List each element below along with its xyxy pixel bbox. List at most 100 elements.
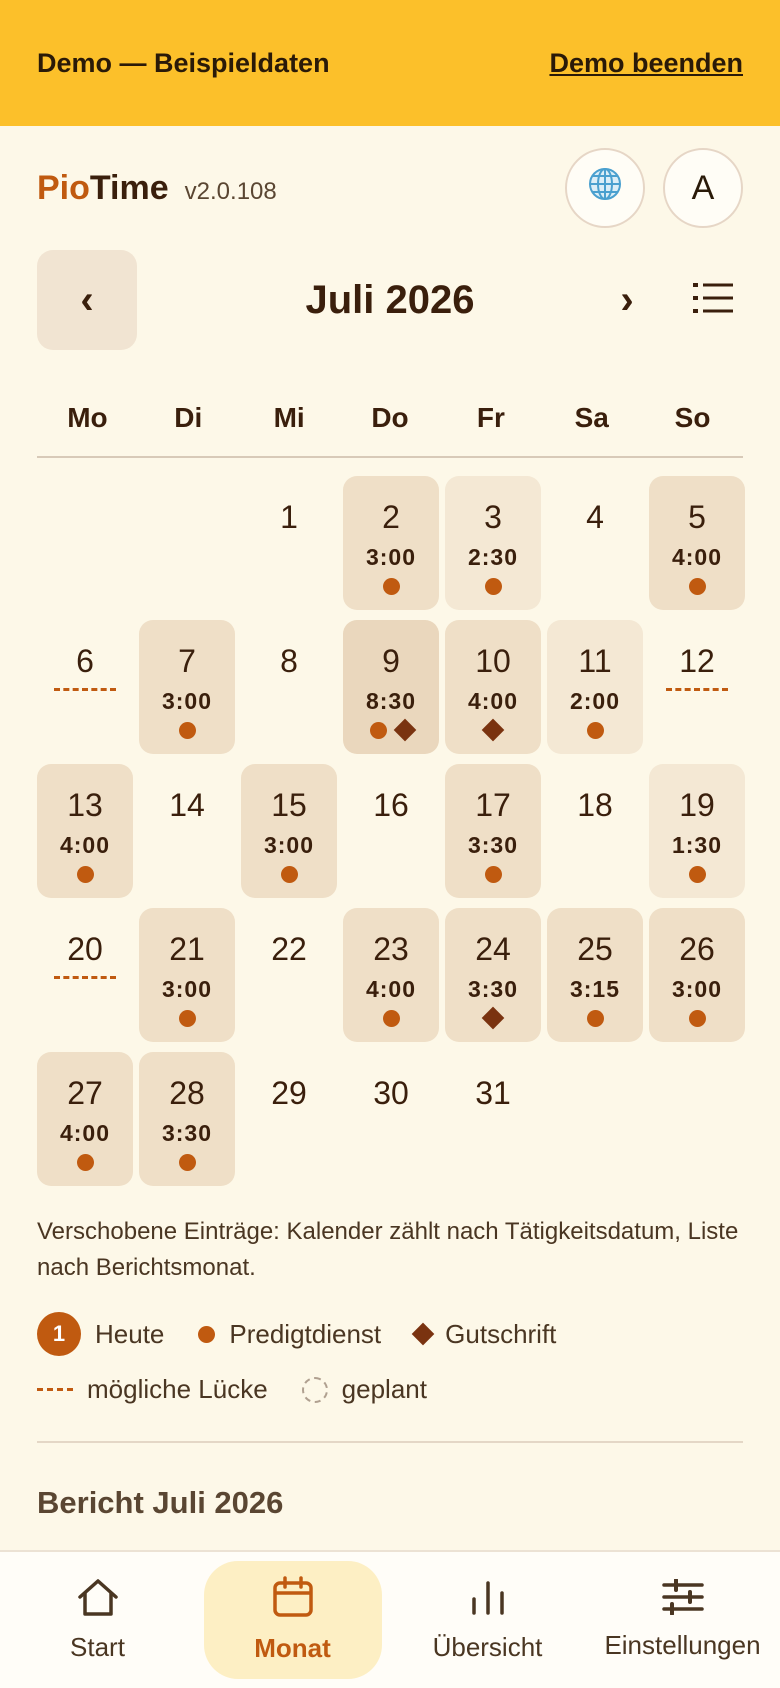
list-view-button[interactable] — [683, 250, 743, 350]
day-hours: 8:30 — [365, 688, 417, 714]
day-hours: 2:30 — [467, 544, 519, 570]
day-number: 13 — [67, 787, 103, 823]
weekday-label: Mo — [67, 402, 108, 433]
legend: 1 Heute Predigtdienst Gutschrift möglich… — [37, 1312, 743, 1405]
month-navigation: ‹ Juli 2026 › — [37, 250, 743, 350]
legend-credit: Gutschrift — [411, 1319, 556, 1350]
calendar-day-15[interactable]: 15 3:00 — [241, 764, 337, 898]
legend-planned: geplant — [301, 1374, 427, 1405]
calendar-day-11[interactable]: 11 2:00 — [547, 620, 643, 754]
app-version: v2.0.108 — [184, 177, 277, 205]
calendar-day-21[interactable]: 21 3:00 — [139, 908, 235, 1042]
service-dot-icon — [369, 721, 387, 739]
day-markers — [688, 575, 706, 597]
day-number: 3 — [484, 499, 502, 535]
avatar-button[interactable]: A — [663, 148, 743, 228]
day-markers — [688, 1007, 706, 1029]
calendar-day-5[interactable]: 5 4:00 — [649, 476, 745, 610]
calendar-day-4[interactable]: 4 — [547, 476, 643, 610]
calendar-day-19[interactable]: 19 1:30 — [649, 764, 745, 898]
day-number: 19 — [679, 787, 715, 823]
demo-banner-text: Demo — Beispieldaten — [37, 47, 330, 78]
day-number: 8 — [280, 643, 298, 679]
sliders-icon — [661, 1578, 704, 1622]
service-dot-icon — [484, 865, 502, 883]
day-number: 4 — [586, 499, 604, 535]
day-hours: 3:00 — [263, 832, 315, 858]
calendar-day-3[interactable]: 3 2:30 — [445, 476, 541, 610]
calendar-day-10[interactable]: 10 4:00 — [445, 620, 541, 754]
calendar-day-12[interactable]: 12 — [649, 620, 745, 754]
planned-circle-icon — [301, 1376, 328, 1403]
day-hours: 4:00 — [59, 1120, 111, 1146]
day-number: 16 — [373, 787, 409, 823]
calendar-day-6[interactable]: 6 — [37, 620, 133, 754]
calendar-day-30[interactable]: 30 — [343, 1052, 439, 1186]
calendar-day-31[interactable]: 31 — [445, 1052, 541, 1186]
calendar-day-27[interactable]: 27 4:00 — [37, 1052, 133, 1186]
service-dot-icon — [280, 865, 298, 883]
day-number: 11 — [578, 643, 612, 679]
weekday-label: Fr — [476, 402, 505, 433]
bar-chart-icon — [468, 1577, 508, 1624]
day-hours: 3:00 — [161, 976, 213, 1002]
day-number: 20 — [67, 931, 103, 967]
gap-dash-icon — [54, 688, 116, 691]
shift-note: Verschobene Einträge: Kalender zählt nac… — [37, 1218, 739, 1281]
brand: PioTime v2.0.108 — [37, 169, 277, 208]
previous-month-button[interactable]: ‹ — [37, 250, 137, 350]
calendar-day-24[interactable]: 24 3:30 — [445, 908, 541, 1042]
day-number: 22 — [271, 931, 307, 967]
calendar-day-16[interactable]: 16 — [343, 764, 439, 898]
day-hours: 4:00 — [671, 544, 723, 570]
day-markers — [382, 575, 400, 597]
nav-month[interactable]: Monat — [195, 1552, 390, 1688]
nav-settings[interactable]: Einstellungen — [585, 1552, 780, 1688]
globe-icon — [587, 166, 623, 211]
day-hours: 3:15 — [569, 976, 621, 1002]
day-hours: 4:00 — [59, 832, 111, 858]
language-button[interactable] — [565, 148, 645, 228]
day-number: 1 — [280, 499, 298, 535]
day-markers — [484, 863, 502, 885]
nav-start[interactable]: Start — [0, 1552, 195, 1688]
legend-label: Predigtdienst — [229, 1318, 382, 1349]
day-markers — [178, 1151, 196, 1173]
calendar-day-26[interactable]: 26 3:00 — [649, 908, 745, 1042]
service-dot-icon — [484, 577, 502, 595]
day-number: 27 — [67, 1075, 103, 1111]
legend-label: mögliche Lücke — [87, 1374, 268, 1404]
calendar-day-17[interactable]: 17 3:30 — [445, 764, 541, 898]
nav-label: Einstellungen — [604, 1630, 761, 1660]
demo-banner: Demo — Beispieldaten Demo beenden — [0, 0, 780, 126]
legend-service: Predigtdienst — [198, 1319, 381, 1350]
calendar-day-14[interactable]: 14 — [139, 764, 235, 898]
day-hours: 3:30 — [161, 1120, 213, 1146]
calendar-day-29[interactable]: 29 — [241, 1052, 337, 1186]
day-markers — [76, 1151, 94, 1173]
day-number: 5 — [688, 499, 706, 535]
legend-today: 1 Heute — [37, 1312, 164, 1356]
calendar-day-2[interactable]: 2 3:00 — [343, 476, 439, 610]
calendar-day-13[interactable]: 13 4:00 — [37, 764, 133, 898]
today-badge: 1 — [37, 1312, 81, 1356]
weekday-label: So — [674, 402, 711, 433]
next-month-button[interactable]: › — [577, 250, 677, 350]
calendar-day-28[interactable]: 28 3:30 — [139, 1052, 235, 1186]
calendar-day-18[interactable]: 18 — [547, 764, 643, 898]
end-demo-link[interactable]: Demo beenden — [549, 48, 743, 79]
day-number: 10 — [475, 643, 511, 679]
calendar-day-22[interactable]: 22 — [241, 908, 337, 1042]
nav-overview[interactable]: Übersicht — [390, 1552, 585, 1688]
calendar-day-20[interactable]: 20 — [37, 908, 133, 1042]
day-markers — [382, 1007, 400, 1029]
calendar-day-8[interactable]: 8 — [241, 620, 337, 754]
calendar-day-7[interactable]: 7 3:00 — [139, 620, 235, 754]
calendar-day-1[interactable]: 1 — [241, 476, 337, 610]
calendar-day-23[interactable]: 23 4:00 — [343, 908, 439, 1042]
credit-diamond-icon — [481, 718, 505, 742]
weekday-label: Do — [371, 402, 409, 433]
day-number: 18 — [577, 787, 613, 823]
calendar-day-25[interactable]: 25 3:15 — [547, 908, 643, 1042]
calendar-day-9[interactable]: 9 8:30 — [343, 620, 439, 754]
